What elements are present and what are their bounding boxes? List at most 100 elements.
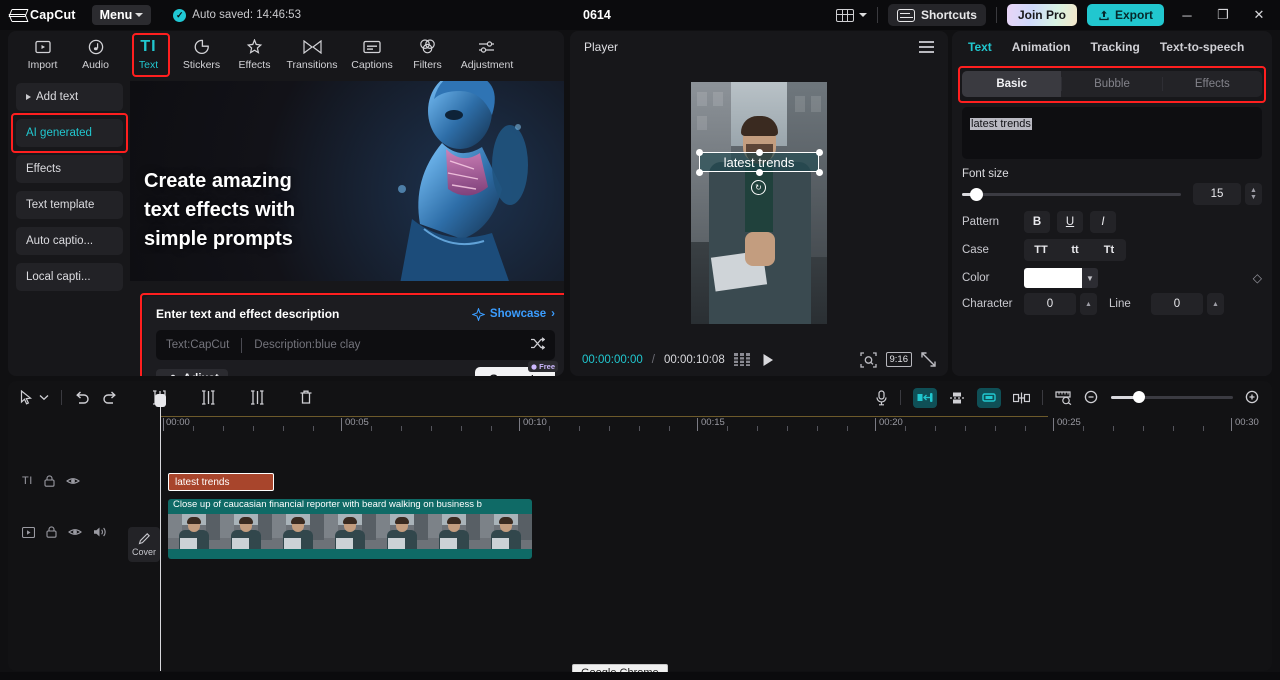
font-size-input[interactable]: 15	[1193, 183, 1241, 205]
keyframe-diamond-icon[interactable]: ◇	[1253, 271, 1262, 285]
fullscreen-icon[interactable]	[921, 352, 936, 367]
cover-button[interactable]: Cover	[128, 527, 160, 562]
character-spacing-stepper[interactable]: ▲	[1080, 293, 1097, 315]
tab-audio[interactable]: Audio	[69, 31, 122, 78]
lowercase-button[interactable]: tt	[1058, 239, 1092, 261]
timeline-zoom-slider[interactable]	[1111, 396, 1233, 399]
resize-handle-br[interactable]	[816, 169, 823, 176]
sidebar-item-add-text[interactable]: Add text	[16, 83, 123, 111]
tab-adjustment[interactable]: Adjustment	[454, 31, 520, 78]
font-size-slider[interactable]	[962, 193, 1181, 196]
eye-icon[interactable]	[68, 527, 82, 537]
text-content-input[interactable]: latest trends	[962, 107, 1262, 159]
segment-bubble[interactable]: Bubble	[1062, 71, 1161, 97]
text-input-placeholder[interactable]: Text:CapCut	[166, 339, 229, 351]
tab-effects[interactable]: Effects	[228, 31, 281, 78]
join-pro-button[interactable]: Join Pro	[1007, 4, 1077, 26]
description-input-placeholder[interactable]: Description:blue clay	[254, 339, 360, 351]
select-mode-chevron-down-icon[interactable]	[39, 394, 49, 401]
segment-basic[interactable]: Basic	[962, 71, 1061, 97]
minimize-button[interactable]: ─	[1174, 2, 1200, 28]
video-clip[interactable]: Close up of caucasian financial reporter…	[168, 499, 532, 559]
lock-icon[interactable]	[44, 475, 55, 487]
prompt-input-row[interactable]: Text:CapCut Description:blue clay	[156, 330, 555, 360]
tab-text-properties[interactable]: Text	[968, 40, 992, 54]
snap-right-icon[interactable]	[977, 388, 1001, 408]
tab-animation[interactable]: Animation	[1012, 40, 1071, 54]
align-icon[interactable]	[949, 391, 965, 405]
play-icon[interactable]	[761, 353, 775, 367]
shortcuts-button[interactable]: Shortcuts	[888, 4, 986, 26]
redo-icon[interactable]	[102, 391, 118, 405]
showcase-link[interactable]: Showcase ›	[472, 308, 555, 321]
volume-icon[interactable]	[93, 526, 107, 538]
tab-filters[interactable]: Filters	[401, 31, 454, 78]
character-spacing-input[interactable]: 0	[1024, 293, 1076, 315]
sidebar-item-auto-captions[interactable]: Auto captio...	[16, 227, 123, 255]
tab-transitions[interactable]: Transitions	[281, 31, 343, 78]
maximize-button[interactable]: ❐	[1210, 2, 1236, 28]
undo-icon[interactable]	[74, 391, 90, 405]
close-button[interactable]: ✕	[1246, 2, 1272, 28]
tab-stickers[interactable]: Stickers	[175, 31, 228, 78]
resize-handle-bl[interactable]	[696, 169, 703, 176]
measure-icon[interactable]	[1055, 390, 1072, 405]
font-size-slider-knob[interactable]	[970, 188, 983, 201]
line-spacing-input[interactable]: 0	[1151, 293, 1203, 315]
bold-button[interactable]: B	[1024, 211, 1050, 233]
shuffle-icon[interactable]	[530, 337, 545, 353]
aspect-ratio-button[interactable]: 9:16	[886, 352, 913, 367]
sidebar-item-effects[interactable]: Effects	[16, 155, 123, 183]
adjust-icon	[165, 374, 178, 377]
tab-text[interactable]: TI Text	[122, 31, 175, 78]
color-dropdown-icon[interactable]: ▼	[1082, 268, 1098, 288]
eye-icon[interactable]	[66, 476, 80, 486]
zoom-out-icon[interactable]	[1084, 390, 1099, 405]
resize-handle-tm[interactable]	[756, 149, 763, 156]
color-swatch[interactable]	[1024, 268, 1082, 288]
cursor-select-icon[interactable]	[20, 390, 33, 405]
playhead[interactable]	[160, 394, 161, 671]
chevron-down-icon	[859, 13, 867, 17]
crop-icon[interactable]	[860, 352, 877, 368]
rotate-handle-icon[interactable]: ↻	[751, 180, 766, 195]
sidebar-item-text-template[interactable]: Text template	[16, 191, 123, 219]
lock-icon[interactable]	[46, 526, 57, 538]
tab-tracking[interactable]: Tracking	[1090, 40, 1139, 54]
underline-button[interactable]: U	[1057, 211, 1083, 233]
trim-left-icon[interactable]	[201, 390, 216, 405]
line-spacing-stepper[interactable]: ▲	[1207, 293, 1224, 315]
delete-icon[interactable]	[299, 390, 313, 405]
sidebar-item-ai-generated[interactable]: AI generated	[16, 119, 123, 147]
tab-captions[interactable]: Captions	[343, 31, 401, 78]
thumbnail	[272, 514, 324, 549]
resize-handle-bm[interactable]	[756, 169, 763, 176]
microphone-icon[interactable]	[875, 390, 888, 406]
frames-icon[interactable]	[734, 353, 752, 366]
playhead-knob[interactable]	[155, 394, 166, 407]
snap-left-icon[interactable]	[913, 388, 937, 408]
zoom-in-icon[interactable]	[1245, 390, 1260, 405]
zoom-slider-knob[interactable]	[1133, 391, 1145, 403]
titlebar-right-group: Shortcuts Join Pro Export ─ ❐ ✕	[836, 2, 1280, 28]
resize-handle-tl[interactable]	[696, 149, 703, 156]
mirror-split-icon[interactable]	[1013, 392, 1030, 404]
titlecase-button[interactable]: Tt	[1092, 239, 1126, 261]
italic-button[interactable]: I	[1090, 211, 1116, 233]
font-size-stepper[interactable]: ▲▼	[1245, 183, 1262, 205]
sidebar-item-local-captions[interactable]: Local capti...	[16, 263, 123, 291]
resize-handle-tr[interactable]	[816, 149, 823, 156]
timeline-ruler[interactable]: 00:00 00:05 00:10 00:15 00:20	[8, 414, 1272, 436]
adjust-button[interactable]: Adjust	[156, 369, 228, 376]
uppercase-button[interactable]: TT	[1024, 239, 1058, 261]
layout-switcher[interactable]	[836, 9, 867, 22]
tab-text-to-speech[interactable]: Text-to-speech	[1160, 40, 1244, 54]
video-preview[interactable]: latest trends ↻	[691, 82, 827, 324]
tab-import[interactable]: Import	[16, 31, 69, 78]
menu-button[interactable]: Menu	[92, 5, 152, 25]
segment-effects[interactable]: Effects	[1163, 71, 1262, 97]
player-menu-icon[interactable]	[919, 41, 934, 53]
export-button[interactable]: Export	[1087, 4, 1164, 26]
text-clip[interactable]: latest trends	[168, 473, 274, 491]
trim-right-icon[interactable]	[250, 390, 265, 405]
